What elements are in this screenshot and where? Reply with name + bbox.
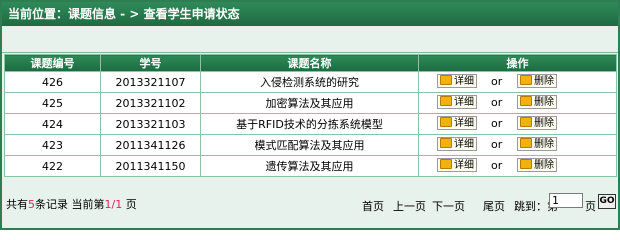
detail-button[interactable]: 详细 [437, 95, 477, 109]
header-actions: 操作 [418, 54, 617, 72]
arrow-icon [440, 75, 452, 85]
table-row: 426 2013321107 入侵检测系统的研究 详细 or 删除 [4, 71, 617, 93]
cell-actions: 详细 or 删除 [418, 134, 617, 156]
arrow-icon [520, 117, 532, 127]
detail-button-label: 详细 [454, 160, 474, 171]
detail-button[interactable]: 详细 [437, 158, 477, 172]
cell-topic-id: 422 [4, 155, 101, 177]
content-frame: 当前位置：课题信息 - > 查看学生申请状态 课题编号 学号 课题名称 操作 4… [0, 0, 620, 230]
jump-suffix: 页 [585, 200, 596, 213]
cell-actions: 详细 or 删除 [418, 113, 617, 135]
breadcrumb: 当前位置：课题信息 - > 查看学生申请状态 [2, 2, 618, 26]
header-topic-id: 课题编号 [4, 54, 101, 72]
arrow-icon [520, 75, 532, 85]
cell-topic-id: 425 [4, 92, 101, 114]
table-header-row: 课题编号 学号 课题名称 操作 [4, 54, 617, 72]
delete-button[interactable]: 删除 [517, 116, 557, 130]
header-student-no: 学号 [100, 54, 201, 72]
page-jump-input[interactable] [549, 193, 583, 208]
delete-button[interactable]: 删除 [517, 158, 557, 172]
delete-button[interactable]: 删除 [517, 137, 557, 151]
cell-topic-id: 424 [4, 113, 101, 135]
go-button[interactable]: GO [598, 194, 616, 209]
arrow-icon [520, 96, 532, 106]
detail-button[interactable]: 详细 [437, 116, 477, 130]
detail-button-label: 详细 [454, 118, 474, 129]
arrow-icon [520, 159, 532, 169]
arrow-icon [440, 96, 452, 106]
page-suffix: 页 [122, 198, 137, 211]
next-page-link[interactable]: 下一页 [432, 198, 465, 214]
cell-actions: 详细 or 删除 [418, 92, 617, 114]
delete-button[interactable]: 删除 [517, 74, 557, 88]
prev-page-link[interactable]: 上一页 [393, 198, 426, 214]
last-page-link[interactable]: 尾页 [483, 198, 505, 214]
cell-student-no: 2013321107 [100, 71, 201, 93]
total-mid: 条记录 当前第 [35, 198, 105, 211]
cell-student-no: 2011341126 [100, 134, 201, 156]
or-separator: or [491, 75, 503, 88]
delete-button-label: 删除 [534, 139, 554, 150]
detail-button[interactable]: 详细 [437, 137, 477, 151]
pagination-bar: 共有5条记录 当前第1/1 页 首页 上一页 下一页 尾页 跳到：第 页 GO [2, 188, 618, 228]
cell-topic-id: 426 [4, 71, 101, 93]
cell-actions: 详细 or 删除 [418, 71, 617, 93]
delete-button-label: 删除 [534, 97, 554, 108]
record-summary: 共有5条记录 当前第1/1 页 [6, 196, 137, 212]
toolbar-area [2, 26, 618, 53]
or-separator: or [491, 117, 503, 130]
or-separator: or [491, 96, 503, 109]
breadcrumb-text: 当前位置：课题信息 - > 查看学生申请状态 [8, 7, 240, 21]
current-page: 1 [104, 198, 112, 211]
arrow-icon [520, 138, 532, 148]
cell-student-no: 2013321103 [100, 113, 201, 135]
delete-button-label: 删除 [534, 76, 554, 87]
table-row: 422 2011341150 遗传算法及其应用 详细 or 删除 [4, 155, 617, 177]
cell-topic-title: 遗传算法及其应用 [200, 155, 419, 177]
application-table: 课题编号 学号 课题名称 操作 426 2013321107 入侵检测系统的研究… [4, 54, 617, 177]
total-count: 5 [28, 198, 35, 211]
table-row: 424 2013321103 基于RFID技术的分拣系统模型 详细 or 删除 [4, 113, 617, 135]
cell-topic-title: 模式匹配算法及其应用 [200, 134, 419, 156]
total-prefix: 共有 [6, 198, 28, 211]
arrow-icon [440, 117, 452, 127]
cell-topic-title: 入侵检测系统的研究 [200, 71, 419, 93]
arrow-icon [440, 138, 452, 148]
or-separator: or [491, 159, 503, 172]
detail-button-label: 详细 [454, 97, 474, 108]
first-page-link[interactable]: 首页 [362, 198, 384, 214]
detail-button-label: 详细 [454, 76, 474, 87]
table-row: 425 2013321102 加密算法及其应用 详细 or 删除 [4, 92, 617, 114]
arrow-icon [440, 159, 452, 169]
delete-button-label: 删除 [534, 160, 554, 171]
cell-topic-id: 423 [4, 134, 101, 156]
detail-button[interactable]: 详细 [437, 74, 477, 88]
cell-actions: 详细 or 删除 [418, 155, 617, 177]
cell-topic-title: 基于RFID技术的分拣系统模型 [200, 113, 419, 135]
detail-button-label: 详细 [454, 139, 474, 150]
cell-student-no: 2011341150 [100, 155, 201, 177]
delete-button[interactable]: 删除 [517, 95, 557, 109]
delete-button-label: 删除 [534, 118, 554, 129]
or-separator: or [491, 138, 503, 151]
cell-topic-title: 加密算法及其应用 [200, 92, 419, 114]
header-topic-title: 课题名称 [200, 54, 419, 72]
table-row: 423 2011341126 模式匹配算法及其应用 详细 or 删除 [4, 134, 617, 156]
cell-student-no: 2013321102 [100, 92, 201, 114]
